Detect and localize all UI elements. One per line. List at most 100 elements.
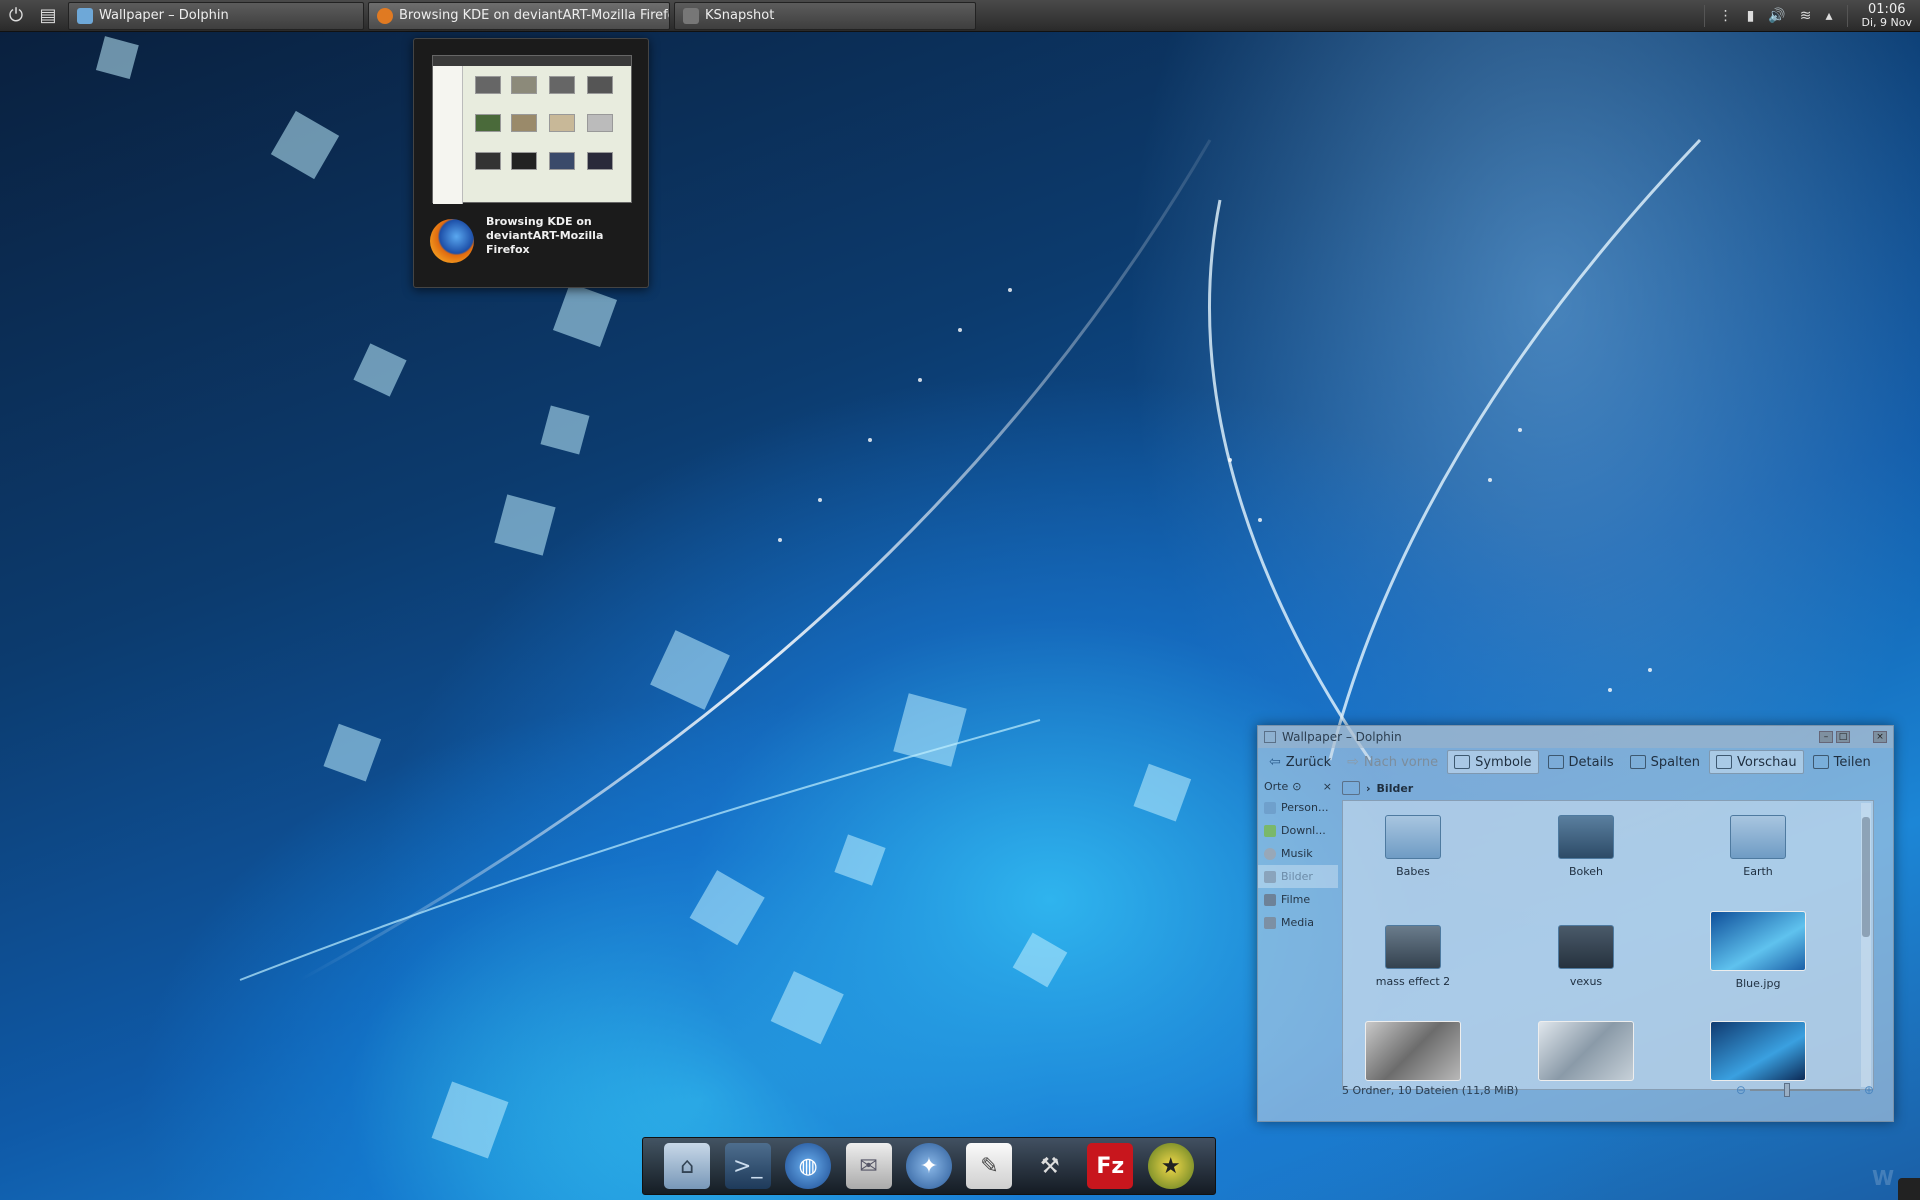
file-item[interactable]	[1353, 1021, 1473, 1087]
task-firefox[interactable]: Browsing KDE on deviantART-Mozilla Firef…	[368, 1, 670, 30]
window-controls: – □ ×	[1819, 731, 1887, 743]
pictures-icon	[1264, 870, 1276, 883]
file-item[interactable]: Earth	[1698, 815, 1818, 878]
vertical-scrollbar[interactable]	[1861, 803, 1871, 1087]
view-details-button[interactable]: Details	[1541, 750, 1621, 774]
firefox-icon	[377, 7, 393, 24]
clock-date: Di, 9 Nov	[1861, 16, 1912, 29]
home-folder-icon	[1264, 801, 1276, 814]
zoom-track[interactable]	[1749, 1083, 1860, 1097]
forward-button[interactable]: ⇨ Nach vorne	[1340, 750, 1445, 774]
places-panel: Orte ⊙ × Person... Downl... Musik Bilder	[1258, 776, 1338, 1101]
terminal-icon[interactable]: >_	[724, 1143, 771, 1189]
view-details-label: Details	[1568, 754, 1614, 770]
media-icon	[1264, 916, 1276, 929]
place-label: Downl...	[1281, 824, 1326, 837]
folder-icon	[1730, 815, 1786, 859]
place-label: Person...	[1281, 801, 1329, 814]
root-icon[interactable]	[1342, 781, 1360, 795]
task-label: KSnapshot	[705, 8, 775, 23]
scrollbar-thumb[interactable]	[1862, 817, 1870, 937]
window-titlebar[interactable]: Wallpaper – Dolphin – □ ×	[1258, 726, 1893, 748]
wifi-icon[interactable]: ≋	[1800, 8, 1812, 24]
maximize-icon[interactable]: □	[1836, 731, 1850, 743]
file-name: Earth	[1743, 865, 1773, 878]
view-columns-button[interactable]: Spalten	[1623, 750, 1707, 774]
task-preview-tooltip[interactable]: Browsing KDE on deviantART-Mozilla Firef…	[413, 38, 649, 288]
file-item[interactable]: vexus	[1526, 925, 1646, 988]
dolphin-window: Wallpaper – Dolphin – □ × ⇦ Zurück ⇨ Nac…	[1257, 725, 1894, 1122]
place-item-downloads[interactable]: Downl...	[1258, 819, 1338, 842]
task-ksnapshot[interactable]: KSnapshot	[674, 1, 976, 30]
tray-separator	[1703, 5, 1705, 27]
image-thumbnail	[1710, 1021, 1806, 1081]
back-button[interactable]: ⇦ Zurück	[1262, 750, 1338, 774]
window-thumbnail[interactable]	[432, 55, 632, 204]
zoom-slider[interactable]: ⊖ ⊕	[1736, 1083, 1874, 1097]
file-item[interactable]: mass effect 2	[1353, 925, 1473, 988]
place-item-media[interactable]: Media	[1258, 911, 1338, 934]
place-label: Bilder	[1281, 870, 1313, 883]
breadcrumb-current[interactable]: Bilder	[1377, 782, 1414, 795]
place-item-music[interactable]: Musik	[1258, 842, 1338, 865]
desktop-toolbox-icon[interactable]	[1898, 1178, 1920, 1200]
file-manager-launcher-icon[interactable]: ▤	[32, 0, 64, 32]
split-label: Teilen	[1833, 754, 1871, 770]
home-folder-icon[interactable]: ⌂	[664, 1143, 711, 1189]
zoom-in-icon[interactable]: ⊕	[1864, 1083, 1874, 1097]
clock[interactable]: 01:06 Di, 9 Nov	[1862, 3, 1912, 29]
tray-expander-icon[interactable]: ⋮	[1719, 8, 1733, 24]
file-name: Bokeh	[1569, 865, 1603, 878]
text-editor-icon[interactable]: ✎	[966, 1143, 1013, 1189]
wine-icon[interactable]: ★	[1147, 1143, 1194, 1189]
power-icon[interactable]: ⏻	[0, 0, 32, 32]
breadcrumb[interactable]: › Bilder	[1342, 778, 1413, 798]
firefox-icon	[430, 219, 474, 263]
folder-icon	[1385, 925, 1441, 969]
globe-icon[interactable]: ◍	[785, 1143, 832, 1189]
place-item-personal[interactable]: Person...	[1258, 796, 1338, 819]
file-item[interactable]	[1526, 1021, 1646, 1087]
arrow-right-icon: ⇨	[1347, 754, 1359, 770]
place-item-videos[interactable]: Filme	[1258, 888, 1338, 911]
toolbar: ⇦ Zurück ⇨ Nach vorne Symbole Details Sp…	[1258, 748, 1893, 776]
view-columns-label: Spalten	[1650, 754, 1701, 770]
file-item[interactable]: Bokeh	[1526, 815, 1646, 878]
task-label: Wallpaper – Dolphin	[99, 8, 229, 23]
dolphin-body: Orte ⊙ × Person... Downl... Musik Bilder	[1258, 776, 1893, 1101]
music-icon	[1264, 847, 1276, 860]
volume-icon[interactable]: 🔊	[1768, 8, 1785, 24]
mail-icon[interactable]: ✉	[845, 1143, 892, 1189]
thunderbird-icon[interactable]: ✦	[905, 1143, 952, 1189]
close-icon[interactable]: ×	[1323, 780, 1332, 793]
image-thumbnail	[1710, 911, 1806, 971]
dock-float-icon[interactable]: ⊙	[1292, 780, 1301, 793]
zoom-out-icon[interactable]: ⊖	[1736, 1083, 1746, 1097]
window-title: Wallpaper – Dolphin	[1282, 730, 1402, 744]
file-name: Blue.jpg	[1735, 977, 1781, 990]
preview-button[interactable]: Vorschau	[1709, 750, 1804, 774]
task-dolphin[interactable]: Wallpaper – Dolphin	[68, 1, 364, 30]
file-item[interactable]: Babes	[1353, 815, 1473, 878]
window-menu-icon[interactable]	[1264, 731, 1276, 743]
battery-icon[interactable]: ▮	[1747, 8, 1755, 24]
image-thumbnail	[1365, 1021, 1461, 1081]
split-button[interactable]: Teilen	[1806, 750, 1878, 774]
file-item[interactable]	[1698, 1021, 1818, 1087]
tray-arrow-icon[interactable]: ▴	[1825, 8, 1832, 24]
back-label: Zurück	[1285, 754, 1332, 770]
details-view-icon	[1547, 755, 1564, 769]
video-icon	[1264, 893, 1276, 906]
folder-icon	[1385, 815, 1441, 859]
view-icons-button[interactable]: Symbole	[1447, 750, 1539, 774]
tools-icon[interactable]: ⚒	[1027, 1143, 1073, 1189]
file-item[interactable]: Blue.jpg	[1698, 911, 1818, 990]
close-icon[interactable]: ×	[1873, 731, 1887, 743]
preview-label: Vorschau	[1737, 754, 1797, 770]
preview-icon	[1716, 755, 1733, 769]
minimize-icon[interactable]: –	[1819, 731, 1833, 743]
zoom-handle[interactable]	[1783, 1083, 1790, 1097]
filezilla-icon[interactable]: Fz	[1087, 1143, 1134, 1189]
place-item-pictures[interactable]: Bilder	[1258, 865, 1338, 888]
watermark: W	[1871, 1166, 1894, 1190]
